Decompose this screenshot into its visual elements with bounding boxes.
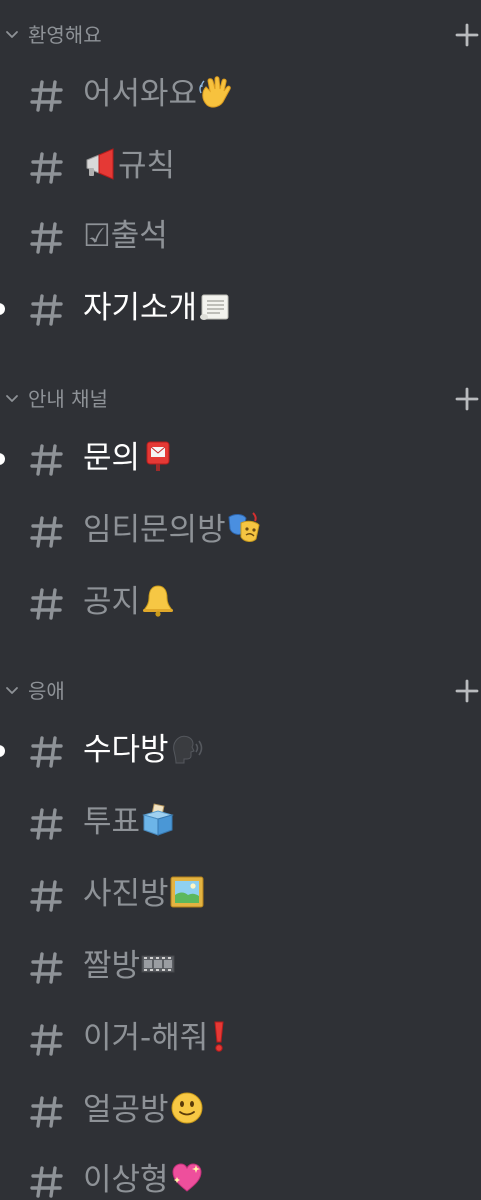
channel-item[interactable]: 자기소개 [0,282,481,338]
channel-item[interactable]: ☑출석 [0,210,481,266]
theater-masks-icon [227,511,261,545]
channel-item[interactable]: 어서와요 [0,68,481,124]
channel-name: 공지 [83,584,141,620]
channel-name: 이거-해줘 [83,1020,209,1056]
channel-name: 문의 [83,440,141,476]
chevron-down-icon [4,26,20,42]
category-label: 환영해요 [28,23,102,47]
channel-item[interactable]: 규칙 [0,140,481,196]
hash-icon [30,78,64,114]
unread-indicator [0,453,5,465]
hash-icon [30,806,64,842]
add-channel-icon[interactable] [455,23,479,47]
channel-item[interactable]: 문의 [0,432,481,488]
channel-item[interactable]: 사진방 [0,868,481,924]
channel-name: 수다방 [83,732,169,768]
channel-name: 투표 [83,804,141,840]
category-header[interactable]: 환영해요 [0,14,481,54]
category-label: 응애 [28,679,65,703]
hash-icon [30,514,64,550]
slight-smile-icon [170,1091,204,1125]
hash-icon [30,586,64,622]
channel-item[interactable]: 임티문의방 [0,504,481,560]
channel-item[interactable]: 이거-해줘 [0,1012,481,1068]
hash-icon [30,1022,64,1058]
exclamation-icon [209,1019,229,1053]
hash-icon [30,292,64,328]
megaphone-icon [83,147,117,181]
waving-hand-icon [198,75,232,109]
channel-item[interactable]: 이상형 [0,1154,481,1200]
ballot-box-icon [141,803,175,837]
hash-icon [30,1164,64,1200]
channel-name: 사진방 [83,876,169,912]
film-frames-icon [141,947,175,981]
hash-icon [30,1094,64,1130]
scroll-icon [198,289,232,323]
channel-name: 이상형 [83,1162,169,1198]
channel-name: 어서와요 [83,76,198,112]
hash-icon [30,878,64,914]
postbox-icon [141,439,175,473]
hash-icon [30,150,64,186]
category-header[interactable]: 안내 채널 [0,378,481,418]
unread-indicator [0,745,5,757]
hash-icon [30,220,64,256]
channel-item[interactable]: 짤방 [0,940,481,996]
add-channel-icon[interactable] [455,679,479,703]
add-channel-icon[interactable] [455,387,479,411]
hash-icon [30,734,64,770]
channel-name: 짤방 [83,948,141,984]
channel-name: 얼공방 [83,1092,169,1128]
chevron-down-icon [4,390,20,406]
channel-item[interactable]: 얼공방 [0,1084,481,1140]
category-label: 안내 채널 [28,387,108,411]
bell-icon [141,583,175,617]
channel-item[interactable]: 수다방 [0,724,481,780]
unread-indicator [0,303,5,315]
channel-sidebar: 환영해요 어서와요 규칙 ☑출석 자기소개 안내 채널 문의 임티문의방 공지 … [0,0,481,1200]
framed-picture-icon [170,875,204,909]
hash-icon [30,950,64,986]
channel-name: 자기소개 [83,290,198,326]
channel-name: 규칙 [118,148,176,184]
category-header[interactable]: 응애 [0,670,481,710]
channel-item[interactable]: 투표 [0,796,481,852]
speaking-head-icon [170,731,204,765]
sparkling-heart-icon [170,1161,204,1195]
hash-icon [30,442,64,478]
chevron-down-icon [4,682,20,698]
channel-item[interactable]: 공지 [0,576,481,632]
channel-name: 임티문의방 [83,512,226,548]
channel-name: ☑출석 [83,218,168,254]
